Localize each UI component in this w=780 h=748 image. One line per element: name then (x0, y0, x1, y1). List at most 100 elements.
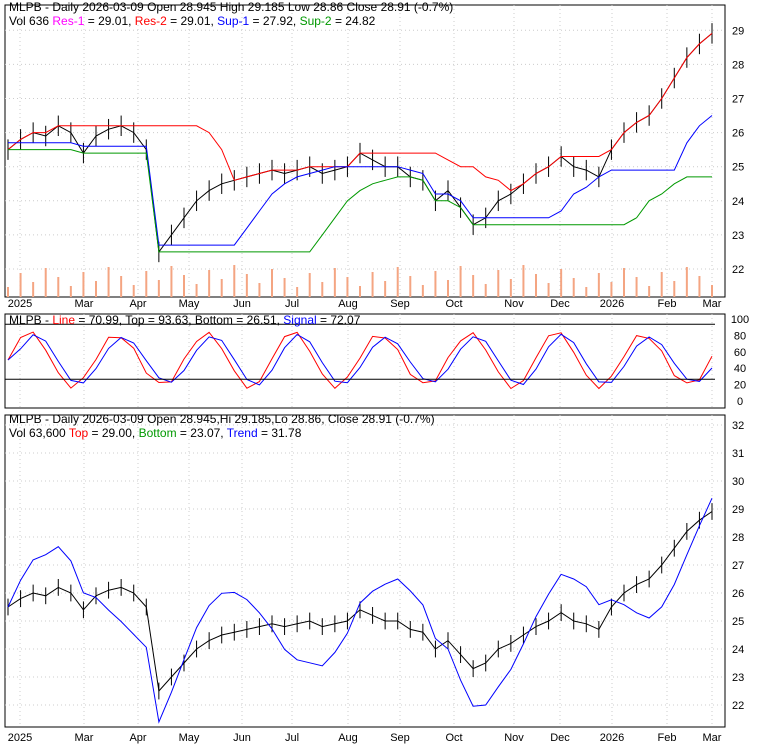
volume-bar (195, 284, 198, 297)
y-tick-label: 29 (732, 504, 744, 516)
bottom-label: Bottom (138, 426, 177, 440)
x-tick-label: Sep (390, 732, 410, 744)
volume-bar (258, 283, 261, 297)
x-tick-label: Oct (445, 298, 462, 310)
oscillator-panel-frame (4, 313, 726, 409)
volume-bar (321, 282, 324, 297)
volume-value: Vol 636 (9, 14, 50, 28)
panel2-prefix: MLPB - (9, 313, 53, 327)
close-line (7, 33, 713, 254)
volume-bar (19, 273, 22, 297)
panel1-legend: Vol 636 Res-1 = 29.01, Res-2 = 29.01, Su… (9, 14, 375, 28)
top-label: Top (68, 426, 89, 440)
panel3-volume: Vol 63,600 (9, 426, 69, 440)
y-tick-label: 40 (734, 363, 746, 375)
y-tick-label: 80 (734, 330, 746, 342)
y-tick-label: 60 (734, 347, 746, 359)
volume-bar (333, 268, 336, 297)
volume-bar (409, 276, 412, 297)
y-tick-label: 27 (732, 560, 744, 572)
volume-bar (610, 282, 613, 297)
x-tick-label: Aug (338, 298, 358, 310)
volume-bar (296, 287, 299, 297)
y-tick-label: 31 (732, 448, 744, 460)
res2-label: Res-2 (134, 14, 167, 28)
sup1-label: Sup-1 (217, 14, 250, 28)
volume-bar (183, 275, 185, 297)
trend-value: = 31.78 (257, 426, 302, 440)
volume-bar (522, 265, 525, 297)
x-tick-label: Mar (75, 298, 94, 310)
volume-bar (107, 267, 110, 297)
price-panel-frame (4, 4, 726, 298)
y-tick-label: 26 (732, 588, 744, 600)
volume-bar (434, 271, 437, 297)
volume-bar (484, 284, 487, 297)
x-tick-label: Oct (445, 732, 462, 744)
volume-bar (120, 276, 123, 297)
volume-bar (623, 268, 625, 297)
res2-value: = 29.01, (166, 14, 218, 28)
volume-bar (472, 275, 475, 297)
res1-value: = 29.01, (84, 14, 135, 28)
volume-bar (572, 278, 575, 297)
x-tick-label: 2026 (600, 732, 624, 744)
x-tick-label: Jun (233, 732, 251, 744)
signal-line (7, 333, 713, 386)
x-tick-label: Feb (658, 298, 677, 310)
volume-bar (359, 286, 361, 297)
signal-label: Signal (283, 313, 317, 327)
volume-bar (585, 287, 588, 297)
volume-bar (635, 277, 638, 297)
volume-bar (220, 279, 223, 297)
y-tick-label: 25 (732, 616, 744, 628)
x-tick-label: Mar (703, 298, 722, 310)
volume-bar (673, 281, 676, 297)
x-tick-label: May (179, 298, 200, 310)
volume-bar (32, 282, 35, 297)
x-tick-label: Mar (703, 732, 722, 744)
volume-bar (560, 269, 563, 297)
volume-bar (371, 272, 374, 297)
oscillator-line (7, 331, 713, 390)
x-tick-label: Jun (233, 298, 251, 310)
volume-bar (44, 268, 47, 297)
x-tick-label: Sep (390, 298, 410, 310)
trend-panel-frame (4, 414, 726, 728)
volume-bar (447, 280, 449, 297)
support-line (8, 115, 713, 246)
res1-label: Res-1 (52, 14, 85, 28)
x-tick-label: 2025 (8, 298, 32, 310)
y-tick-label: 23 (732, 672, 744, 684)
sup1-value: = 27.92, (249, 14, 300, 28)
y-tick-label: 28 (732, 532, 744, 544)
panel1-title: MLPB - Daily 2026-03-09 Open 28.945 High… (9, 0, 454, 14)
volume-bar (7, 287, 9, 297)
y-tick-label: 29 (732, 25, 744, 37)
y-tick-label: 22 (732, 264, 744, 276)
y-tick-label: 30 (732, 476, 744, 488)
top-value: = 29.00, (88, 426, 139, 440)
x-tick-label: Dec (550, 298, 570, 310)
x-tick-label: Apr (129, 732, 146, 744)
y-tick-label: 22 (732, 700, 744, 712)
sup2-label: Sup-2 (299, 14, 332, 28)
volume-bar (509, 279, 512, 297)
x-tick-label: Jul (285, 298, 299, 310)
volume-bar (283, 278, 286, 297)
volume-bar (82, 272, 85, 297)
bottom-value: = 23.07, (176, 426, 227, 440)
y-tick-label: 26 (732, 128, 744, 140)
volume-bar (132, 285, 135, 297)
panel3-title: MLPB - Daily 2026-03-09 Open 28.945,Hi 2… (9, 412, 435, 426)
panel2-legend: MLPB - Line = 70.99, Top = 93.63, Bottom… (9, 313, 360, 327)
x-tick-label: Nov (504, 298, 524, 310)
chart-image: 2025 2025 Mar Mar Apr Apr May May Jun Jun Jul Jul Au… (0, 0, 780, 745)
volume-bar (157, 280, 160, 297)
y-tick-label: 20 (734, 380, 746, 392)
volume-bar (145, 271, 148, 297)
x-tick-label: Aug (338, 732, 358, 744)
volume-bar (547, 283, 550, 297)
volume-bar (660, 272, 663, 297)
volume-bar (69, 286, 72, 297)
